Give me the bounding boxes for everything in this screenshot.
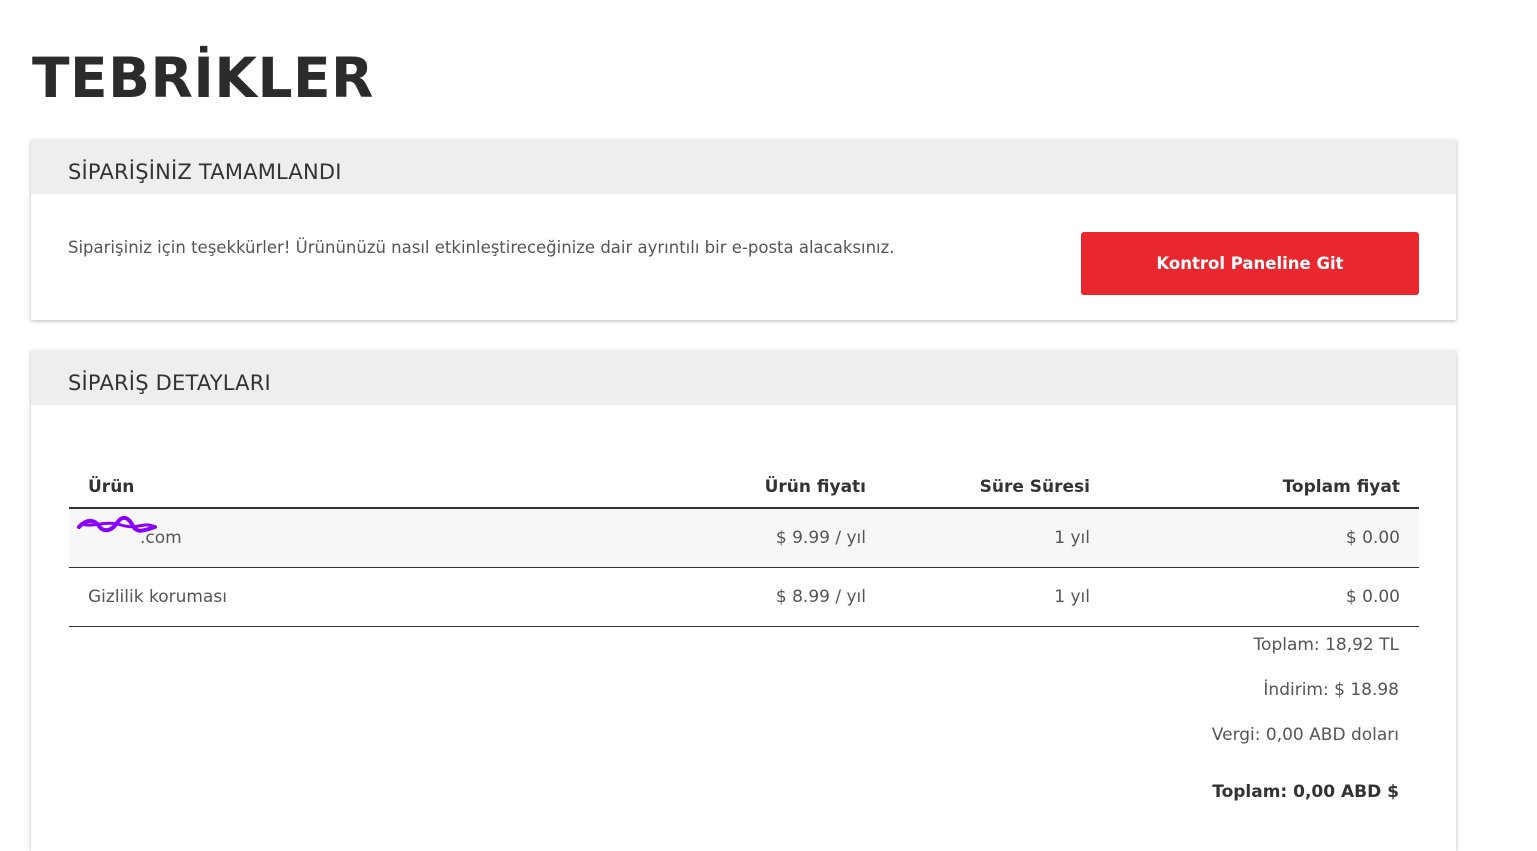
table-row: .com $ 9.99 / yıl 1 yıl $ 0.00	[69, 508, 1419, 568]
column-header-product: Ürün	[69, 461, 647, 509]
order-summary: Toplam: 18,92 TL İndirim: $ 18.98 Vergi:…	[1212, 631, 1399, 823]
order-complete-title: SİPARİŞİNİZ TAMAMLANDI	[68, 160, 342, 184]
summary-grand-total: Toplam: 0,00 ABD $	[1212, 782, 1399, 802]
page-title: TEBRİKLER	[32, 46, 374, 110]
order-table: Ürün Ürün fiyatı Süre Süresi Toplam fiya…	[69, 461, 1419, 627]
duration-cell: 1 yıl	[885, 508, 1109, 568]
summary-discount: İndirim: $ 18.98	[1263, 680, 1399, 700]
column-header-duration: Süre Süresi	[885, 461, 1109, 509]
column-header-price: Ürün fiyatı	[647, 461, 885, 509]
product-price-cell: $ 9.99 / yıl	[647, 508, 885, 568]
order-complete-card: SİPARİŞİNİZ TAMAMLANDI Siparişiniz için …	[31, 140, 1456, 320]
order-details-header: SİPARİŞ DETAYLARI	[31, 351, 1456, 405]
column-header-total: Toplam fiyat	[1109, 461, 1419, 509]
product-price-cell: $ 8.99 / yıl	[647, 567, 885, 627]
table-header-row: Ürün Ürün fiyatı Süre Süresi Toplam fiya…	[69, 461, 1419, 509]
go-to-dashboard-button[interactable]: Kontrol Paneline Git	[1081, 232, 1419, 295]
duration-cell: 1 yıl	[885, 567, 1109, 627]
order-details-title: SİPARİŞ DETAYLARI	[68, 371, 271, 395]
thank-you-message: Siparişiniz için teşekkürler! Ürününüzü …	[68, 238, 895, 257]
total-price-cell: $ 0.00	[1109, 508, 1419, 568]
order-details-card: SİPARİŞ DETAYLARI Ürün Ürün fiyatı Süre …	[31, 351, 1456, 851]
summary-tax: Vergi: 0,00 ABD doları	[1211, 725, 1399, 745]
summary-subtotal: Toplam: 18,92 TL	[1253, 635, 1399, 655]
total-price-cell: $ 0.00	[1109, 567, 1419, 627]
table-row: Gizlilik koruması $ 8.99 / yıl 1 yıl $ 0…	[69, 567, 1419, 627]
product-cell-domain: .com	[69, 508, 647, 568]
product-cell-privacy: Gizlilik koruması	[69, 567, 647, 627]
order-complete-header: SİPARİŞİNİZ TAMAMLANDI	[31, 140, 1456, 194]
redaction-scribble	[77, 515, 157, 533]
